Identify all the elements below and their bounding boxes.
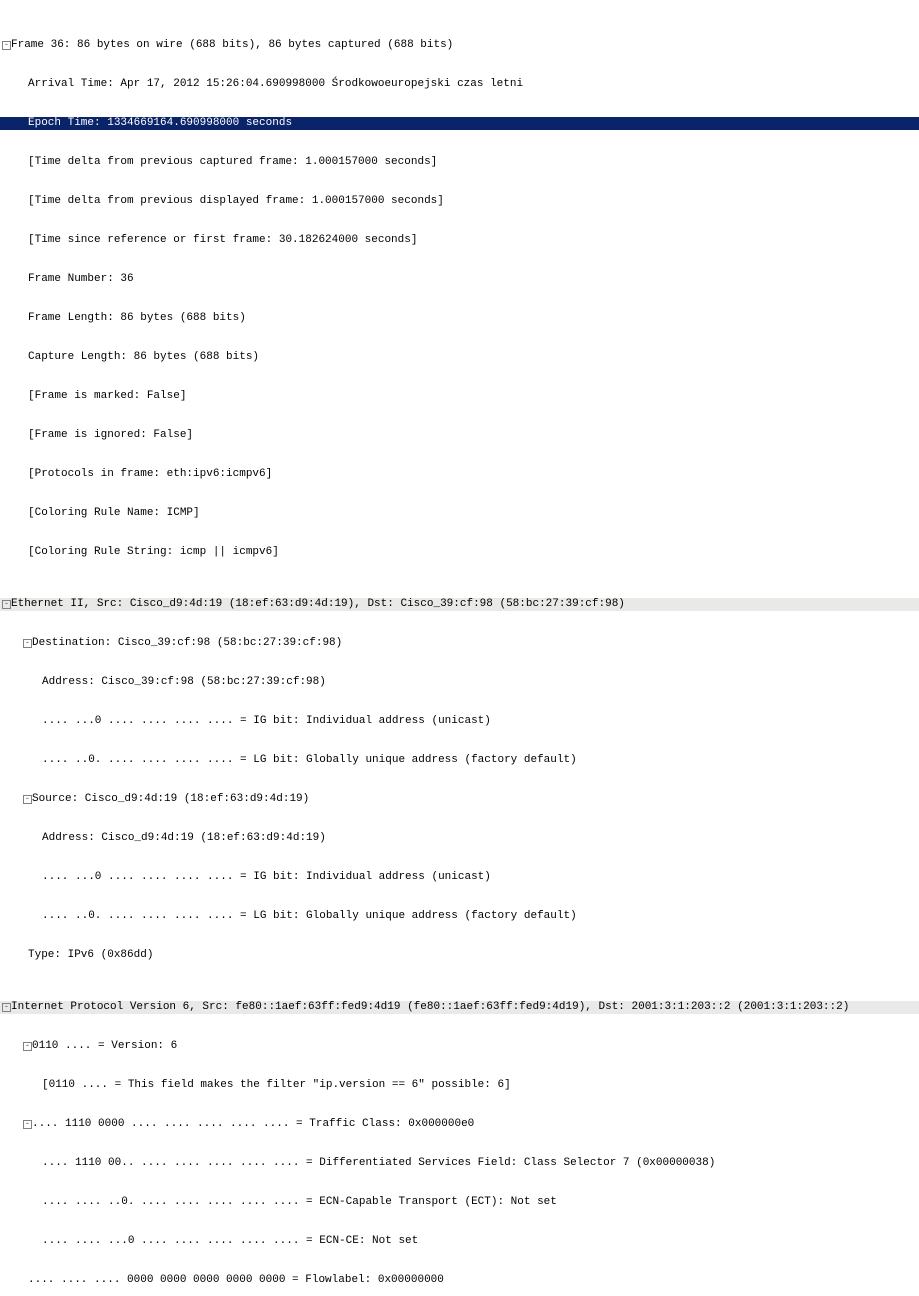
frame-summary: Frame 36: 86 bytes on wire (688 bits), 8… [11, 39, 453, 52]
toggle-icon[interactable]: - [23, 1120, 32, 1129]
toggle-icon[interactable]: - [23, 1042, 32, 1051]
field-frame-number[interactable]: Frame Number: 36 [0, 273, 919, 286]
eth-summary: Ethernet II, Src: Cisco_d9:4d:19 (18:ef:… [11, 598, 625, 611]
toggle-icon[interactable]: - [2, 1003, 11, 1012]
field-epoch-time[interactable]: Epoch Time: 1334669164.690998000 seconds [0, 117, 919, 130]
field-coloring-string[interactable]: [Coloring Rule String: icmp || icmpv6] [0, 546, 919, 559]
toggle-icon[interactable]: - [23, 639, 32, 648]
field-arrival-time[interactable]: Arrival Time: Apr 17, 2012 15:26:04.6909… [0, 78, 919, 91]
eth-src-lg-bit[interactable]: .... ..0. .... .... .... .... = LG bit: … [0, 910, 919, 923]
field-time-delta-displayed[interactable]: [Time delta from previous displayed fram… [0, 195, 919, 208]
ipv6-summary: Internet Protocol Version 6, Src: fe80::… [11, 1001, 849, 1014]
eth-src-ig-bit[interactable]: .... ...0 .... .... .... .... = IG bit: … [0, 871, 919, 884]
field-protocols[interactable]: [Protocols in frame: eth:ipv6:icmpv6] [0, 468, 919, 481]
field-coloring-name[interactable]: [Coloring Rule Name: ICMP] [0, 507, 919, 520]
ipv6-ect[interactable]: .... .... ..0. .... .... .... .... .... … [0, 1196, 919, 1209]
toggle-icon[interactable]: - [2, 41, 11, 50]
field-capture-length[interactable]: Capture Length: 86 bytes (688 bits) [0, 351, 919, 364]
field-time-delta-captured[interactable]: [Time delta from previous captured frame… [0, 156, 919, 169]
eth-src-address[interactable]: Address: Cisco_d9:4d:19 (18:ef:63:d9:4d:… [0, 832, 919, 845]
eth-type[interactable]: Type: IPv6 (0x86dd) [0, 949, 919, 962]
ipv6-ecn-ce[interactable]: .... .... ...0 .... .... .... .... .... … [0, 1235, 919, 1248]
ipv6-flowlabel[interactable]: .... .... .... 0000 0000 0000 0000 0000 … [0, 1274, 919, 1287]
ipv6-traffic-class[interactable]: - .... 1110 0000 .... .... .... .... ...… [0, 1118, 919, 1131]
ipv6-header[interactable]: - Internet Protocol Version 6, Src: fe80… [0, 1001, 919, 1014]
frame-header[interactable]: - Frame 36: 86 bytes on wire (688 bits),… [0, 39, 919, 52]
eth-dst-address[interactable]: Address: Cisco_39:cf:98 (58:bc:27:39:cf:… [0, 676, 919, 689]
eth-dst-lg-bit[interactable]: .... ..0. .... .... .... .... = LG bit: … [0, 754, 919, 767]
packet-details-pane[interactable]: - Frame 36: 86 bytes on wire (688 bits),… [0, 0, 919, 1296]
ipv6-version-filter[interactable]: [0110 .... = This field makes the filter… [0, 1079, 919, 1092]
toggle-icon[interactable]: - [2, 600, 11, 609]
eth-destination[interactable]: - Destination: Cisco_39:cf:98 (58:bc:27:… [0, 637, 919, 650]
ipv6-dsfield[interactable]: .... 1110 00.. .... .... .... .... .... … [0, 1157, 919, 1170]
ipv6-version[interactable]: - 0110 .... = Version: 6 [0, 1040, 919, 1053]
toggle-icon[interactable]: - [23, 795, 32, 804]
field-frame-marked[interactable]: [Frame is marked: False] [0, 390, 919, 403]
field-frame-length[interactable]: Frame Length: 86 bytes (688 bits) [0, 312, 919, 325]
ethernet-header[interactable]: - Ethernet II, Src: Cisco_d9:4d:19 (18:e… [0, 598, 919, 611]
eth-dst-ig-bit[interactable]: .... ...0 .... .... .... .... = IG bit: … [0, 715, 919, 728]
eth-source[interactable]: - Source: Cisco_d9:4d:19 (18:ef:63:d9:4d… [0, 793, 919, 806]
field-time-since-ref[interactable]: [Time since reference or first frame: 30… [0, 234, 919, 247]
field-frame-ignored[interactable]: [Frame is ignored: False] [0, 429, 919, 442]
